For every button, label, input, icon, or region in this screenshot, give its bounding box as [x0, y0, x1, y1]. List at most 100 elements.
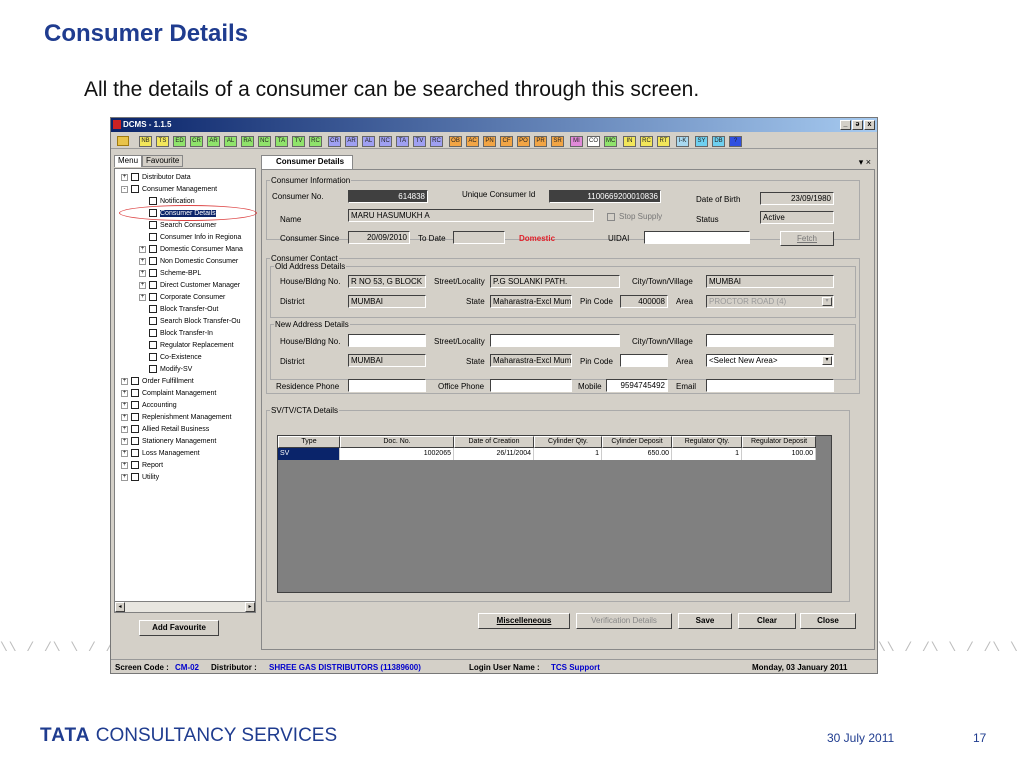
tree-item[interactable]: + Order Fulfillment	[121, 377, 194, 386]
tree-item[interactable]: + Corporate Consumer	[139, 293, 225, 302]
toolbar-button-cf-21[interactable]: CF	[500, 136, 513, 147]
column-header[interactable]: Type	[278, 436, 340, 448]
toolbar-button-rc-10[interactable]: RC	[309, 136, 322, 147]
maximize-button[interactable]: ə	[852, 120, 863, 130]
toolbar-button-cr-3[interactable]: CR	[190, 136, 203, 147]
new-street-field[interactable]	[490, 334, 620, 347]
toolbar-button-al-13[interactable]: AL	[362, 136, 375, 147]
tree-item[interactable]: Block Transfer-Out	[139, 305, 218, 314]
tab-controls[interactable]: ▾ ×	[859, 157, 871, 168]
toolbar-button-co-26[interactable]: CO	[587, 136, 600, 147]
clear-button[interactable]: Clear	[738, 613, 796, 629]
toolbar-button-al-5[interactable]: AL	[224, 136, 237, 147]
expand-icon[interactable]: +	[139, 269, 146, 277]
save-button[interactable]: Save	[678, 613, 732, 629]
tree-item[interactable]: + Allied Retail Business	[121, 425, 209, 434]
folder-icon[interactable]	[117, 136, 129, 146]
toolbar-button-rt-30[interactable]: RT	[657, 136, 670, 147]
toolbar-button-sr-24[interactable]: SR	[551, 136, 564, 147]
tree-item[interactable]: Regulator Replacement	[139, 341, 234, 350]
chevron-down-icon[interactable]: ▾	[822, 297, 832, 306]
email-field[interactable]	[706, 379, 834, 392]
expand-icon[interactable]: +	[139, 293, 146, 301]
close-button[interactable]: Close	[800, 613, 856, 629]
column-header[interactable]: Regulator Qty.	[672, 436, 742, 448]
expand-icon[interactable]: +	[121, 449, 128, 457]
tree-item[interactable]: + Loss Management	[121, 449, 200, 458]
old-street-field[interactable]: P.G SOLANKI PATH.	[490, 275, 620, 288]
consumer-no-field[interactable]: 614838	[348, 190, 428, 203]
toolbar-button-ed-2[interactable]: ED	[173, 136, 186, 147]
tree-item[interactable]: + Utility	[121, 473, 159, 482]
new-city-field[interactable]	[706, 334, 834, 347]
toolbar-button-ar-4[interactable]: AR	[207, 136, 220, 147]
toolbar-button-in-28[interactable]: IN	[623, 136, 636, 147]
tree-item[interactable]: Search Block Transfer-Ou	[139, 317, 241, 326]
old-state-field[interactable]: Maharastra-Excl Mum	[490, 295, 572, 308]
expand-icon[interactable]: +	[121, 173, 128, 181]
tree-item[interactable]: + Accounting	[121, 401, 177, 410]
toolbar-button-ta-8[interactable]: TA	[275, 136, 288, 147]
table-cell[interactable]: SV	[278, 448, 340, 460]
new-house-field[interactable]	[348, 334, 426, 347]
toolbar-button-ta-15[interactable]: TA	[396, 136, 409, 147]
dob-field[interactable]: 23/09/1980	[760, 192, 834, 205]
new-pin-field[interactable]	[620, 354, 668, 367]
new-area-select[interactable]: <Select New Area> ▾	[706, 354, 834, 367]
tree-item[interactable]: Consumer Info in Regiona	[139, 233, 241, 242]
tab-menu[interactable]: Menu	[114, 155, 143, 167]
old-house-field[interactable]: R NO 53, G BLOCK ,	[348, 275, 426, 288]
toolbar-button-ac-19[interactable]: AC	[466, 136, 479, 147]
tree-item[interactable]: + Complaint Management	[121, 389, 216, 398]
toolbar-button-db-33[interactable]: DB	[712, 136, 725, 147]
name-field[interactable]: MARU HASUMUKH A	[348, 209, 594, 222]
column-header[interactable]: Date of Creation	[454, 436, 534, 448]
expand-icon[interactable]: +	[121, 425, 128, 433]
toolbar-button-iqk-31[interactable]: I-K	[676, 136, 689, 147]
toolbar-button-sy-32[interactable]: SY	[695, 136, 708, 147]
toolbar-button-ar-12[interactable]: AR	[345, 136, 358, 147]
table-cell[interactable]: 1002065	[340, 448, 454, 460]
toolbar-button-ob-18[interactable]: OB	[449, 136, 462, 147]
status-field[interactable]: Active	[760, 211, 834, 224]
column-header[interactable]: Doc. No.	[340, 436, 454, 448]
old-district-field[interactable]: MUMBAI	[348, 295, 426, 308]
table-cell[interactable]: 100.00	[742, 448, 816, 460]
tree-item[interactable]: Co-Existence	[139, 353, 202, 362]
expand-icon[interactable]: +	[139, 245, 146, 253]
tree-item[interactable]: + Replenishment Management	[121, 413, 232, 422]
old-pin-field[interactable]: 400008	[620, 295, 668, 308]
expand-icon[interactable]: +	[121, 389, 128, 397]
toolbar-button-ts-1[interactable]: TS	[156, 136, 169, 147]
column-header[interactable]: Regulator Deposit	[742, 436, 816, 448]
tree-item[interactable]: Search Consumer	[139, 221, 216, 230]
expand-icon[interactable]: +	[139, 281, 146, 289]
tree-item[interactable]: Modify-SV	[139, 365, 192, 374]
expand-icon[interactable]: +	[121, 401, 128, 409]
toolbar-button-nb-0[interactable]: NB	[139, 136, 152, 147]
fetch-button[interactable]: Fetch	[780, 231, 834, 246]
collapse-icon[interactable]: -	[121, 185, 128, 193]
column-header[interactable]: Cylinder Qty.	[534, 436, 602, 448]
consumer-since-field[interactable]: 20/09/2010	[348, 231, 410, 244]
uidai-field[interactable]	[644, 231, 750, 244]
toolbar-button-tv-16[interactable]: TV	[413, 136, 426, 147]
old-city-field[interactable]: MUMBAI	[706, 275, 834, 288]
residence-phone-field[interactable]	[348, 379, 426, 392]
minimize-button[interactable]: _	[840, 120, 851, 130]
expand-icon[interactable]: +	[121, 377, 128, 385]
tree-item[interactable]: + Direct Customer Manager	[139, 281, 240, 290]
toolbar-button-rc-17[interactable]: RC	[430, 136, 443, 147]
toolbar-button-mi-25[interactable]: MI	[570, 136, 583, 147]
new-state-field[interactable]: Maharastra-Excl Mum	[490, 354, 572, 367]
column-header[interactable]: Cylinder Deposit	[602, 436, 672, 448]
scroll-left-icon[interactable]: ◂	[115, 602, 125, 612]
verification-details-button[interactable]: Verification Details	[576, 613, 672, 629]
add-favourite-button[interactable]: Add Favourite	[139, 620, 219, 636]
table-cell[interactable]: 650.00	[602, 448, 672, 460]
expand-icon[interactable]: +	[121, 437, 128, 445]
toolbar-button-po-22[interactable]: PO	[517, 136, 530, 147]
tree-item[interactable]: Block Transfer-In	[139, 329, 213, 338]
toolbar-button-tv-9[interactable]: TV	[292, 136, 305, 147]
expand-icon[interactable]: +	[121, 473, 128, 481]
